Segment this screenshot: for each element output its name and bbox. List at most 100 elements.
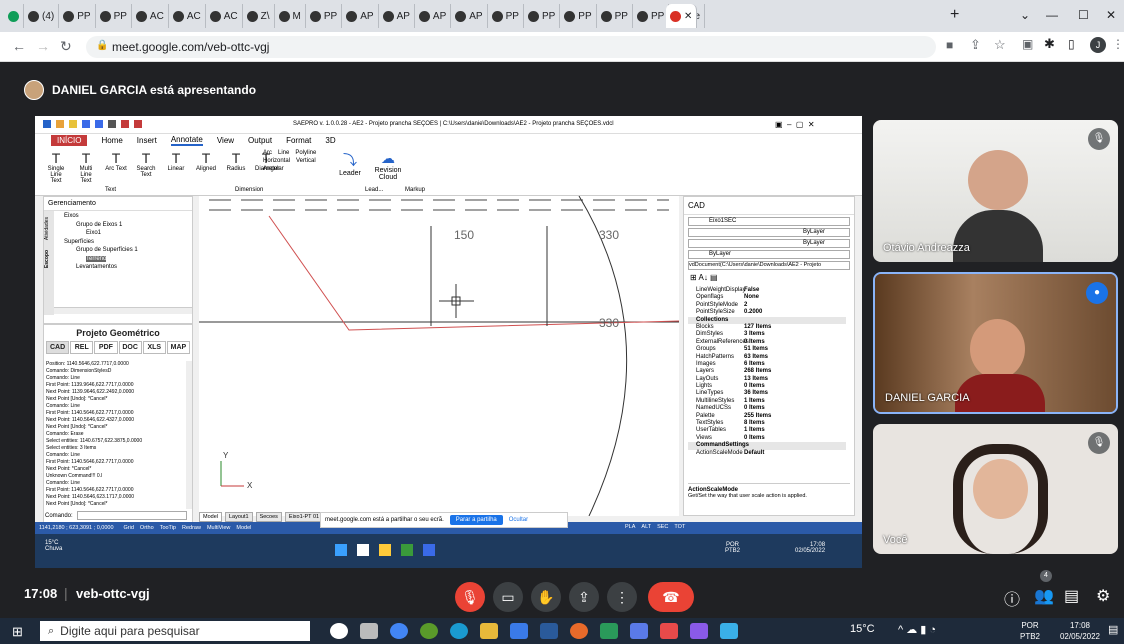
cad-menu-item[interactable]: INÍCIO [51,134,88,146]
ribbon-button[interactable]: T Aligned [195,150,217,172]
project-tab[interactable]: XLS [142,341,166,354]
layer-select[interactable]: Eixo1SEC [688,217,850,226]
ribbon-button[interactable]: T Linear [165,150,187,172]
color-select[interactable]: ByLayer [688,250,850,259]
tree-scrollbar[interactable] [54,307,192,314]
property-row[interactable]: PointStyleSize 0.2000 [688,309,846,316]
store-icon[interactable] [510,623,528,639]
property-row[interactable]: CommandSettings [688,442,846,450]
ribbon-button[interactable]: T Single Line Text [45,150,67,184]
windows-start-icon[interactable]: ⊞ [12,624,23,640]
new-file-icon[interactable] [56,120,64,128]
present-button[interactable]: ⇪ [569,582,599,612]
chrome-icon[interactable] [401,544,413,556]
browser-tab-active[interactable]: ✕ [666,4,698,28]
open-file-icon[interactable] [69,120,77,128]
chrome-icon[interactable] [390,623,408,639]
print-icon[interactable] [108,120,116,128]
project-tab[interactable]: CAD [46,341,70,354]
status-right-item[interactable]: ALT [641,524,651,530]
tree-item[interactable]: Levantamentos [58,264,138,273]
ribbon-small-button[interactable]: Horizontal [263,158,290,164]
property-row[interactable]: PointStyleMode 2 [688,302,846,309]
property-row[interactable]: DimStyles 3 Items [688,331,846,338]
stop-sharing-button[interactable]: Parar a partilha [449,515,503,525]
browser-tab[interactable]: (4) [24,4,60,28]
layout-tab[interactable]: Eixo1-PT 01 [284,512,324,522]
reload-icon[interactable]: ↻ [60,38,72,55]
close-window-button[interactable]: ✕ [1106,8,1116,22]
url-field[interactable]: 🔒 meet.google.com/veb-ottc-vgj [86,36,936,58]
ribbon-button[interactable]: T Search Text [135,150,157,184]
cad-menu-item[interactable]: View [217,136,234,145]
property-row[interactable]: LayOuts 13 Items [688,376,846,383]
status-right-item[interactable]: PLA [625,524,635,530]
property-row[interactable]: MultilineStyles 1 Items [688,398,846,405]
cad-menu-item[interactable]: 3D [325,136,335,145]
extensions-icon[interactable]: ✱ [1044,36,1055,52]
hide-button[interactable]: Ocultar [509,517,528,523]
widgets-icon[interactable] [360,623,378,639]
status-toggle[interactable]: TooTip [160,525,176,531]
tree-item[interactable]: Terreno [58,255,138,265]
document-select[interactable]: vdDocument(C:\Users\danie\Downloads\AE2 … [688,261,850,270]
status-toggle[interactable]: Model [236,525,251,531]
lineweight-select[interactable]: ByLayer [688,239,850,248]
command-input[interactable] [76,511,187,520]
people-icon[interactable]: 👥 [1034,586,1054,606]
browser-tab[interactable]: AC [169,4,206,28]
property-row[interactable]: Blocks 127 Items [688,324,846,331]
project-tab[interactable]: REL [70,341,94,354]
property-row[interactable]: LineTypes 36 Items [688,390,846,397]
maximize-button[interactable]: ☐ [1078,8,1089,22]
taskbar-search-field[interactable]: ⌕ Digite aqui para pesquisar [40,621,310,641]
property-row[interactable]: Collections [688,316,846,324]
property-row[interactable]: Views 0 Items [688,435,846,442]
property-row[interactable]: Groups 51 Items [688,346,846,353]
minimize-button[interactable]: — [1046,8,1058,22]
tree-item[interactable]: Eixos [58,213,138,222]
ribbon-button[interactable]: T Arc Text [105,150,127,184]
cad-menu-item[interactable]: Output [248,136,272,145]
browser-tab[interactable]: PP [59,4,96,28]
property-row[interactable]: Palette 255 Items [688,413,846,420]
cad-menu-item[interactable]: Annotate [170,135,203,146]
media-icon[interactable]: ▣ [1022,37,1033,51]
cad-menu-item[interactable]: Format [286,136,311,145]
tab-search-icon[interactable]: ⌄ [1020,8,1030,22]
browser-tab[interactable]: PP [633,4,670,28]
ribbon-small-button[interactable]: Angular [263,166,284,172]
activities-icon[interactable]: ⚙ [1096,586,1110,606]
status-right-item[interactable]: TOT [674,524,685,530]
participant-tile[interactable]: 🎙 Otávio Andreazza [873,120,1118,262]
layout-tab[interactable]: Secoes [255,512,282,522]
tree-item[interactable]: Grupo de Superfícies 1 [58,247,138,256]
app-lightblue-icon[interactable] [720,623,738,639]
task-view-icon[interactable] [330,623,348,639]
self-tile[interactable]: 🎙 Você [873,424,1118,554]
browser-tab[interactable]: AP [379,4,415,28]
status-toggle[interactable]: Ortho [140,525,154,531]
explorer-icon[interactable] [379,544,391,556]
camera-indicator-icon[interactable]: ■ [946,38,953,52]
browser-tab[interactable]: AP [415,4,452,28]
start-icon[interactable] [335,544,347,556]
new-tab-button[interactable]: + [950,6,959,24]
browser-tab[interactable]: AC [206,4,243,28]
taskbar-language[interactable]: POR PTB2 [1020,620,1040,642]
property-row[interactable]: TextStyles 8 Items [688,420,846,427]
app-blue-icon[interactable] [630,623,648,639]
ribbon-small-button[interactable]: Line [278,150,289,156]
profile-avatar[interactable]: J [1090,37,1106,53]
property-row[interactable]: ActionScaleMode Default [688,450,846,457]
notifications-icon[interactable]: ▤ [1108,623,1118,636]
firefox-icon[interactable] [570,623,588,639]
file-explorer-icon[interactable] [480,623,498,639]
property-row[interactable]: Lights 0 Items [688,383,846,390]
property-row[interactable]: Images 6 Items [688,361,846,368]
sort-icons[interactable]: ⊞ A↓ ▤ [690,273,718,282]
browser-tab[interactable]: PP [96,4,132,28]
drawing-canvas[interactable]: Y X 150 330 330 [199,195,680,517]
browser-tab[interactable]: AP [342,4,379,28]
undo-icon[interactable] [121,120,129,128]
